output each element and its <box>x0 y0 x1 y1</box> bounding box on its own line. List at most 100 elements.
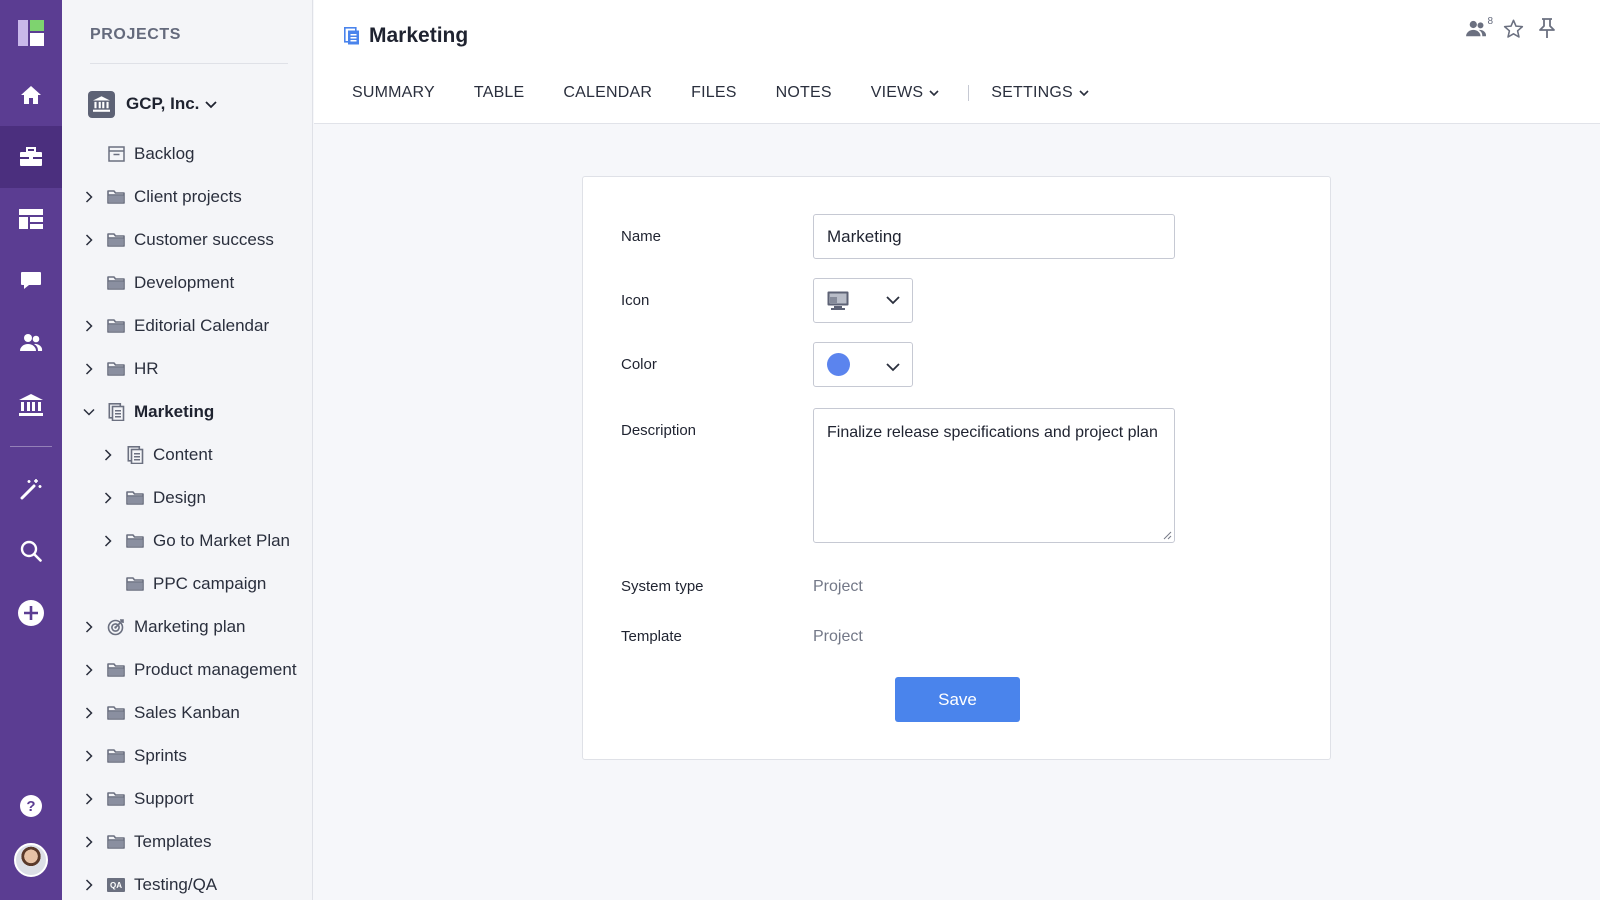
tree-toggle[interactable] <box>80 191 98 203</box>
folder-icon <box>107 835 125 849</box>
projects-sidebar: PROJECTS GCP, Inc. Backlog Client project… <box>62 0 313 900</box>
tree-item-icon: QA <box>106 878 126 892</box>
tree-toggle[interactable] <box>99 492 117 504</box>
tree-item-icon <box>106 792 126 806</box>
system-type-value: Project <box>813 578 863 595</box>
target-icon <box>107 619 124 636</box>
tree-toggle[interactable] <box>80 707 98 719</box>
svg-text:QA: QA <box>110 881 122 890</box>
favorite-button[interactable] <box>1503 19 1524 39</box>
sidebar-item-support[interactable]: Support <box>80 784 194 814</box>
chevron-down-icon[interactable] <box>83 408 95 416</box>
bank-icon <box>93 96 110 112</box>
color-picker[interactable] <box>813 342 913 387</box>
chevron-right-icon[interactable] <box>85 836 93 848</box>
rail-dashboard[interactable] <box>0 188 62 250</box>
sidebar-item-testing-qa[interactable]: QA Testing/QA <box>80 870 217 900</box>
tree-toggle[interactable] <box>80 750 98 762</box>
rail-automation[interactable] <box>0 458 62 520</box>
tab-summary[interactable]: SUMMARY <box>352 84 435 102</box>
tree-toggle[interactable] <box>99 449 117 461</box>
sidebar-item-client-projects[interactable]: Client projects <box>80 182 242 212</box>
chevron-right-icon[interactable] <box>85 234 93 246</box>
tree-toggle[interactable] <box>80 793 98 805</box>
tab-notes[interactable]: NOTES <box>776 84 832 102</box>
icon-picker[interactable] <box>813 278 913 323</box>
sidebar-item-marketing-plan[interactable]: Marketing plan <box>80 612 246 642</box>
chevron-right-icon[interactable] <box>85 664 93 676</box>
tree-toggle[interactable] <box>80 363 98 375</box>
template-value: Project <box>813 628 863 645</box>
chevron-right-icon[interactable] <box>85 750 93 762</box>
sidebar-item-sprints[interactable]: Sprints <box>80 741 187 771</box>
rail-add[interactable] <box>0 582 62 644</box>
sidebar-item-backlog[interactable]: Backlog <box>80 139 194 169</box>
sidebar-item-marketing[interactable]: Marketing <box>80 397 214 427</box>
tree-toggle[interactable] <box>80 621 98 633</box>
rail-search[interactable] <box>0 520 62 582</box>
chevron-down-icon <box>205 101 218 109</box>
avatar[interactable] <box>14 843 48 877</box>
rail-home[interactable] <box>0 64 62 126</box>
tree-item-icon <box>106 233 126 247</box>
folder-icon <box>107 319 125 333</box>
inbox-icon <box>107 146 125 162</box>
tab-table[interactable]: TABLE <box>474 84 525 102</box>
tab-calendar[interactable]: CALENDAR <box>563 84 652 102</box>
pin-button[interactable] <box>1538 18 1556 39</box>
magic-wand-icon <box>20 479 42 500</box>
chevron-right-icon[interactable] <box>85 793 93 805</box>
chevron-right-icon[interactable] <box>85 707 93 719</box>
rail-projects[interactable] <box>0 126 62 188</box>
rail-organization[interactable] <box>0 374 62 436</box>
rail-help[interactable]: ? <box>0 775 62 837</box>
chevron-right-icon[interactable] <box>85 191 93 203</box>
sidebar-item-editorial-calendar[interactable]: Editorial Calendar <box>80 311 269 341</box>
chevron-right-icon[interactable] <box>104 535 112 547</box>
resize-handle-icon[interactable] <box>1163 531 1172 540</box>
sidebar-item-design[interactable]: Design <box>99 483 206 513</box>
chevron-right-icon[interactable] <box>104 449 112 461</box>
rail-user[interactable] <box>0 829 62 891</box>
name-input[interactable] <box>813 214 1175 259</box>
members-button[interactable]: 8 <box>1465 16 1493 38</box>
chevron-right-icon[interactable] <box>85 879 93 891</box>
sidebar-item-hr[interactable]: HR <box>80 354 159 384</box>
tree-item-icon <box>106 835 126 849</box>
tree-toggle[interactable] <box>80 320 98 332</box>
description-textarea[interactable]: Finalize release specifications and proj… <box>813 408 1175 543</box>
tab-files[interactable]: FILES <box>691 84 736 102</box>
tab-settings[interactable]: SETTINGS <box>991 84 1089 102</box>
app-logo[interactable] <box>0 2 62 64</box>
sidebar-item-label: Customer success <box>134 230 274 249</box>
rail-chat[interactable] <box>0 250 62 312</box>
sidebar-item-customer-success[interactable]: Customer success <box>80 225 274 255</box>
chevron-right-icon[interactable] <box>85 363 93 375</box>
tree-toggle[interactable] <box>80 234 98 246</box>
members-count: 8 <box>1487 15 1493 27</box>
rail-people[interactable] <box>0 312 62 374</box>
org-name: GCP, Inc. <box>126 94 200 113</box>
sidebar-item-development[interactable]: Development <box>80 268 234 298</box>
tree-toggle[interactable] <box>80 879 98 891</box>
tree-toggle[interactable] <box>80 836 98 848</box>
sidebar-item-content[interactable]: Content <box>99 440 213 470</box>
tab-views[interactable]: VIEWS <box>871 84 940 102</box>
chevron-right-icon[interactable] <box>85 621 93 633</box>
folder-icon <box>107 276 125 290</box>
chevron-right-icon[interactable] <box>85 320 93 332</box>
save-button[interactable]: Save <box>895 677 1020 722</box>
sidebar-item-ppc-campaign[interactable]: PPC campaign <box>99 569 266 599</box>
name-label: Name <box>621 228 662 245</box>
tab-bar: SUMMARY TABLE CALENDAR FILES NOTES VIEWS… <box>352 80 1128 106</box>
sidebar-item-product-management[interactable]: Product management <box>80 655 297 685</box>
tree-toggle[interactable] <box>99 535 117 547</box>
tree-toggle[interactable] <box>80 408 98 416</box>
tree-toggle[interactable] <box>80 664 98 676</box>
sidebar-item-go-to-market-plan[interactable]: Go to Market Plan <box>99 526 290 556</box>
tree-item-icon <box>106 362 126 376</box>
org-switcher[interactable]: GCP, Inc. <box>88 90 218 118</box>
sidebar-item-sales-kanban[interactable]: Sales Kanban <box>80 698 240 728</box>
sidebar-item-templates[interactable]: Templates <box>80 827 211 857</box>
chevron-right-icon[interactable] <box>104 492 112 504</box>
